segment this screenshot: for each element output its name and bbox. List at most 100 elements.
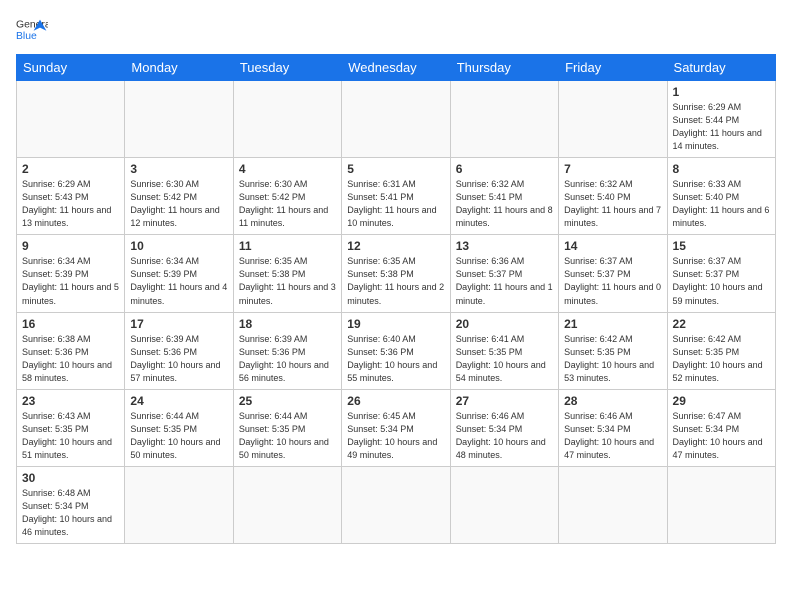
day-number: 9 xyxy=(22,239,119,253)
calendar-row: 9 Sunrise: 6:34 AM Sunset: 5:39 PM Daylig… xyxy=(17,235,776,312)
day-info: Sunrise: 6:32 AM Sunset: 5:40 PM Dayligh… xyxy=(564,178,661,230)
day-number: 20 xyxy=(456,317,553,331)
day-number: 13 xyxy=(456,239,553,253)
day-number: 22 xyxy=(673,317,770,331)
day-info: Sunrise: 6:42 AM Sunset: 5:35 PM Dayligh… xyxy=(673,333,770,385)
calendar-cell: 10Sunrise: 6:34 AM Sunset: 5:39 PM Dayli… xyxy=(125,235,233,312)
day-number: 29 xyxy=(673,394,770,408)
calendar-cell xyxy=(450,466,558,543)
day-number: 28 xyxy=(564,394,661,408)
calendar-cell: 28 Sunrise: 6:46 AM Sunset: 5:34 PM Dayli… xyxy=(559,389,667,466)
day-number: 10 xyxy=(130,239,227,253)
weekday-header-wednesday: Wednesday xyxy=(342,55,450,81)
calendar-cell: 19 Sunrise: 6:40 AM Sunset: 5:36 PM Dayli… xyxy=(342,312,450,389)
day-info: Sunrise: 6:42 AM Sunset: 5:35 PM Dayligh… xyxy=(564,333,661,385)
calendar-cell xyxy=(233,466,341,543)
day-number: 3 xyxy=(130,162,227,176)
day-info: Sunrise: 6:30 AM Sunset: 5:42 PM Dayligh… xyxy=(239,178,336,230)
calendar-cell: 29Sunrise: 6:47 AM Sunset: 5:34 PM Dayli… xyxy=(667,389,775,466)
day-number: 30 xyxy=(22,471,119,485)
day-info: Sunrise: 6:43 AM Sunset: 5:35 PM Dayligh… xyxy=(22,410,119,462)
day-number: 15 xyxy=(673,239,770,253)
calendar-cell xyxy=(559,81,667,158)
calendar-cell: 24 Sunrise: 6:44 AM Sunset: 5:35 PM Dayli… xyxy=(125,389,233,466)
day-info: Sunrise: 6:30 AM Sunset: 5:42 PM Dayligh… xyxy=(130,178,227,230)
calendar-cell xyxy=(342,81,450,158)
calendar-cell: 12Sunrise: 6:35 AM Sunset: 5:38 PM Dayli… xyxy=(342,235,450,312)
calendar-cell: 3 Sunrise: 6:30 AM Sunset: 5:42 PM Daylig… xyxy=(125,158,233,235)
day-info: Sunrise: 6:34 AM Sunset: 5:39 PM Dayligh… xyxy=(22,255,119,307)
day-number: 2 xyxy=(22,162,119,176)
calendar-table: SundayMondayTuesdayWednesdayThursdayFrid… xyxy=(16,54,776,544)
day-number: 16 xyxy=(22,317,119,331)
day-number: 24 xyxy=(130,394,227,408)
calendar-cell xyxy=(17,81,125,158)
calendar-cell: 7 Sunrise: 6:32 AM Sunset: 5:40 PM Daylig… xyxy=(559,158,667,235)
day-info: Sunrise: 6:38 AM Sunset: 5:36 PM Dayligh… xyxy=(22,333,119,385)
day-info: Sunrise: 6:39 AM Sunset: 5:36 PM Dayligh… xyxy=(239,333,336,385)
day-number: 19 xyxy=(347,317,444,331)
day-info: Sunrise: 6:29 AM Sunset: 5:43 PM Dayligh… xyxy=(22,178,119,230)
calendar-cell: 8Sunrise: 6:33 AM Sunset: 5:40 PM Daylig… xyxy=(667,158,775,235)
calendar-cell: 15 Sunrise: 6:37 AM Sunset: 5:37 PM Dayli… xyxy=(667,235,775,312)
day-info: Sunrise: 6:36 AM Sunset: 5:37 PM Dayligh… xyxy=(456,255,553,307)
calendar-cell: 21 Sunrise: 6:42 AM Sunset: 5:35 PM Dayli… xyxy=(559,312,667,389)
day-number: 14 xyxy=(564,239,661,253)
weekday-header-monday: Monday xyxy=(125,55,233,81)
day-info: Sunrise: 6:46 AM Sunset: 5:34 PM Dayligh… xyxy=(456,410,553,462)
day-info: Sunrise: 6:35 AM Sunset: 5:38 PM Dayligh… xyxy=(347,255,444,307)
day-number: 1 xyxy=(673,85,770,99)
day-info: Sunrise: 6:46 AM Sunset: 5:34 PM Dayligh… xyxy=(564,410,661,462)
calendar-cell: 6 Sunrise: 6:32 AM Sunset: 5:41 PM Daylig… xyxy=(450,158,558,235)
logo: General Blue xyxy=(16,16,48,44)
day-info: Sunrise: 6:45 AM Sunset: 5:34 PM Dayligh… xyxy=(347,410,444,462)
calendar-cell: 17 Sunrise: 6:39 AM Sunset: 5:36 PM Dayli… xyxy=(125,312,233,389)
calendar-cell: 11Sunrise: 6:35 AM Sunset: 5:38 PM Dayli… xyxy=(233,235,341,312)
weekday-header-saturday: Saturday xyxy=(667,55,775,81)
calendar-cell: 4Sunrise: 6:30 AM Sunset: 5:42 PM Daylig… xyxy=(233,158,341,235)
calendar-cell: 16 Sunrise: 6:38 AM Sunset: 5:36 PM Dayli… xyxy=(17,312,125,389)
weekday-header-friday: Friday xyxy=(559,55,667,81)
calendar-cell: 25Sunrise: 6:44 AM Sunset: 5:35 PM Dayli… xyxy=(233,389,341,466)
day-info: Sunrise: 6:48 AM Sunset: 5:34 PM Dayligh… xyxy=(22,487,119,539)
calendar-cell: 20Sunrise: 6:41 AM Sunset: 5:35 PM Dayli… xyxy=(450,312,558,389)
calendar-cell: 13 Sunrise: 6:36 AM Sunset: 5:37 PM Dayli… xyxy=(450,235,558,312)
calendar-row: 23 Sunrise: 6:43 AM Sunset: 5:35 PM Dayli… xyxy=(17,389,776,466)
day-info: Sunrise: 6:44 AM Sunset: 5:35 PM Dayligh… xyxy=(239,410,336,462)
day-number: 6 xyxy=(456,162,553,176)
day-number: 23 xyxy=(22,394,119,408)
day-info: Sunrise: 6:40 AM Sunset: 5:36 PM Dayligh… xyxy=(347,333,444,385)
weekday-header-row: SundayMondayTuesdayWednesdayThursdayFrid… xyxy=(17,55,776,81)
svg-text:Blue: Blue xyxy=(16,31,37,42)
day-info: Sunrise: 6:37 AM Sunset: 5:37 PM Dayligh… xyxy=(564,255,661,307)
day-number: 7 xyxy=(564,162,661,176)
weekday-header-thursday: Thursday xyxy=(450,55,558,81)
calendar-cell: 30 Sunrise: 6:48 AM Sunset: 5:34 PM Dayli… xyxy=(17,466,125,543)
day-number: 11 xyxy=(239,239,336,253)
day-info: Sunrise: 6:37 AM Sunset: 5:37 PM Dayligh… xyxy=(673,255,770,307)
day-info: Sunrise: 6:32 AM Sunset: 5:41 PM Dayligh… xyxy=(456,178,553,230)
calendar-cell xyxy=(450,81,558,158)
day-info: Sunrise: 6:29 AM Sunset: 5:44 PM Dayligh… xyxy=(673,101,770,153)
calendar-cell: 14 Sunrise: 6:37 AM Sunset: 5:37 PM Dayli… xyxy=(559,235,667,312)
day-number: 17 xyxy=(130,317,227,331)
calendar-cell: 18 Sunrise: 6:39 AM Sunset: 5:36 PM Dayli… xyxy=(233,312,341,389)
calendar-cell: 1 Sunrise: 6:29 AM Sunset: 5:44 PM Daylig… xyxy=(667,81,775,158)
calendar-row: 30 Sunrise: 6:48 AM Sunset: 5:34 PM Dayli… xyxy=(17,466,776,543)
calendar-row: 1 Sunrise: 6:29 AM Sunset: 5:44 PM Daylig… xyxy=(17,81,776,158)
day-info: Sunrise: 6:44 AM Sunset: 5:35 PM Dayligh… xyxy=(130,410,227,462)
day-number: 18 xyxy=(239,317,336,331)
day-number: 21 xyxy=(564,317,661,331)
calendar-cell xyxy=(125,81,233,158)
day-info: Sunrise: 6:33 AM Sunset: 5:40 PM Dayligh… xyxy=(673,178,770,230)
calendar-cell: 27Sunrise: 6:46 AM Sunset: 5:34 PM Dayli… xyxy=(450,389,558,466)
day-info: Sunrise: 6:39 AM Sunset: 5:36 PM Dayligh… xyxy=(130,333,227,385)
calendar-cell: 22 Sunrise: 6:42 AM Sunset: 5:35 PM Dayli… xyxy=(667,312,775,389)
generalblue-logo-icon: General Blue xyxy=(16,16,48,44)
calendar-cell: 26Sunrise: 6:45 AM Sunset: 5:34 PM Dayli… xyxy=(342,389,450,466)
calendar-cell: 5Sunrise: 6:31 AM Sunset: 5:41 PM Daylig… xyxy=(342,158,450,235)
calendar-cell: 9 Sunrise: 6:34 AM Sunset: 5:39 PM Daylig… xyxy=(17,235,125,312)
calendar-cell xyxy=(125,466,233,543)
calendar-row: 2 Sunrise: 6:29 AM Sunset: 5:43 PM Daylig… xyxy=(17,158,776,235)
day-number: 5 xyxy=(347,162,444,176)
